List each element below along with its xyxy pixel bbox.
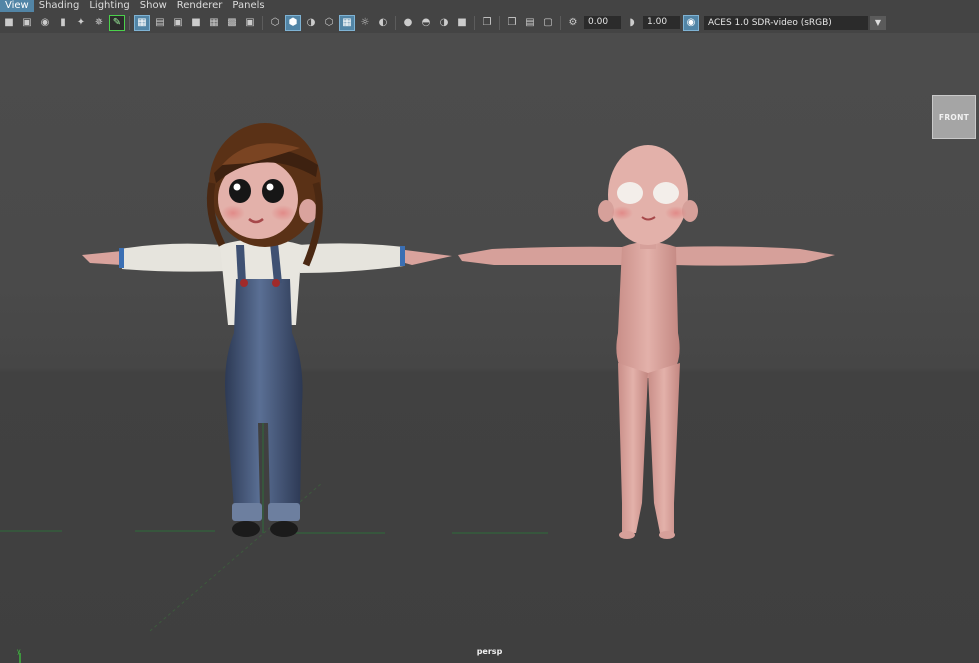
pencil-draw-icon[interactable]: ✎: [109, 14, 125, 31]
gate-mask-icon[interactable]: ■: [189, 16, 203, 30]
field-chart-icon[interactable]: ▦: [207, 16, 221, 30]
xray-icon[interactable]: ❒: [505, 16, 519, 30]
toolbar-divider: [395, 15, 396, 30]
menu-view[interactable]: View: [0, 0, 34, 12]
toolbar-divider: [474, 15, 475, 30]
toolbar-divider: [560, 15, 561, 30]
2d-pan-zoom-icon[interactable]: ✦: [74, 16, 88, 30]
xray-joints-icon[interactable]: ▢: [541, 16, 555, 30]
panel-toolbar: ■ ▣ ◉ ▮ ✦ ✵ ✎ ▦ ▤ ▣ ■ ▦ ▩ ▣ ⬡ ⬢ ◑ ⬡ ▦ ☼ …: [0, 12, 979, 33]
exposure-icon[interactable]: ⚙: [566, 16, 580, 30]
use-all-lights-icon[interactable]: ☼: [358, 16, 372, 30]
maya-viewport-window: View Shading Lighting Show Renderer Pane…: [0, 0, 979, 663]
scene-render: [0, 123, 835, 632]
default-material-icon[interactable]: ◑: [304, 16, 318, 30]
base-body-model: [458, 145, 835, 539]
screen-space-ao-icon[interactable]: ●: [401, 16, 415, 30]
grid-toggle-icon[interactable]: ▦: [134, 14, 150, 31]
color-management-icon[interactable]: ◉: [683, 14, 699, 31]
menu-panels[interactable]: Panels: [227, 0, 269, 12]
menu-lighting[interactable]: Lighting: [84, 0, 134, 12]
gamma-field[interactable]: 1.00: [643, 16, 680, 29]
toolbar-divider: [129, 15, 130, 30]
image-plane-icon[interactable]: ▮: [56, 16, 70, 30]
safe-action-icon[interactable]: ▩: [225, 16, 239, 30]
anti-aliasing-icon[interactable]: ◑: [437, 16, 451, 30]
camera-name-label: persp: [476, 647, 503, 656]
smooth-shade-icon[interactable]: ⬢: [285, 14, 301, 31]
resolution-gate-icon[interactable]: ▣: [171, 16, 185, 30]
bookmarks-icon[interactable]: ◉: [38, 16, 52, 30]
menu-shading[interactable]: Shading: [34, 0, 85, 12]
motion-blur-icon[interactable]: ◓: [419, 16, 433, 30]
view-transform-field[interactable]: ACES 1.0 SDR-video (sRGB): [704, 15, 868, 30]
camera-attributes-icon[interactable]: ▣: [20, 16, 34, 30]
depth-of-field-icon[interactable]: ■: [455, 16, 469, 30]
viewcube-front[interactable]: FRONT: [932, 95, 976, 139]
grease-pencil-icon[interactable]: ✵: [92, 16, 106, 30]
xray-active-components-icon[interactable]: ▤: [523, 16, 537, 30]
textured-icon[interactable]: ▦: [339, 14, 355, 31]
3d-viewport[interactable]: FRONT y x: [0, 33, 979, 663]
shadows-icon[interactable]: ◐: [376, 16, 390, 30]
gamma-icon[interactable]: ◗: [625, 16, 639, 30]
film-gate-icon[interactable]: ▤: [153, 16, 167, 30]
menu-renderer[interactable]: Renderer: [172, 0, 228, 12]
exposure-field[interactable]: 0.00: [584, 16, 621, 29]
select-camera-icon[interactable]: ■: [2, 16, 16, 30]
chevron-down-icon[interactable]: ▼: [870, 15, 886, 30]
wireframe-icon[interactable]: ⬡: [268, 16, 282, 30]
clothed-character-model: [82, 123, 452, 537]
panel-menu-bar: View Shading Lighting Show Renderer Pane…: [0, 0, 979, 12]
menu-show[interactable]: Show: [135, 0, 172, 12]
safe-title-icon[interactable]: ▣: [243, 16, 257, 30]
isolate-select-icon[interactable]: ❐: [480, 16, 494, 30]
toolbar-divider: [262, 15, 263, 30]
wireframe-on-shaded-icon[interactable]: ⬡: [322, 16, 336, 30]
toolbar-divider: [499, 15, 500, 30]
